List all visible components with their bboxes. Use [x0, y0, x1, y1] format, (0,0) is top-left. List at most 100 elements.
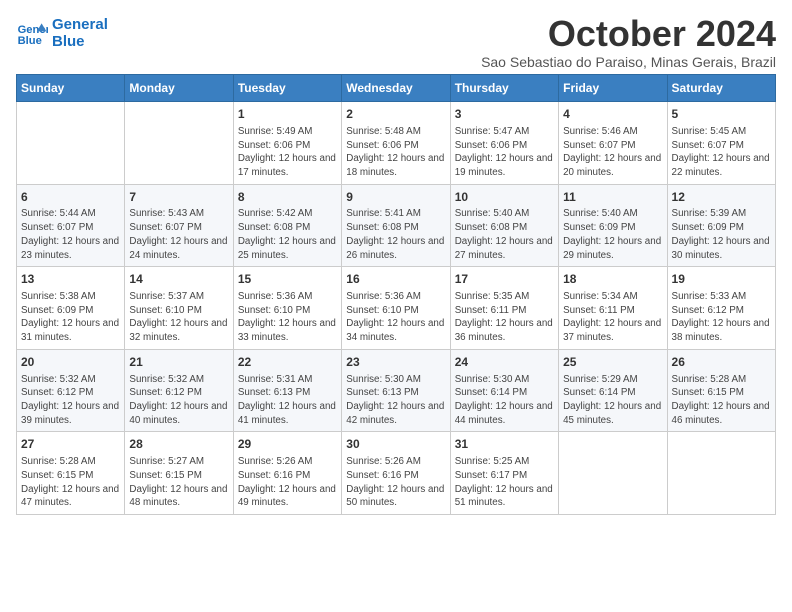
day-info: Sunrise: 5:43 AM Sunset: 6:07 PM Dayligh…	[129, 207, 228, 262]
calendar-cell: 31 Sunrise: 5:25 AM Sunset: 6:17 PM Dayli…	[450, 432, 558, 515]
calendar-cell	[667, 432, 775, 515]
day-info: Sunrise: 5:45 AM Sunset: 6:07 PM Dayligh…	[672, 125, 771, 180]
calendar-cell	[559, 432, 667, 515]
day-number: 24	[455, 354, 554, 371]
month-title: October 2024	[481, 16, 776, 52]
calendar-cell: 27 Sunrise: 5:28 AM Sunset: 6:15 PM Dayli…	[17, 432, 125, 515]
day-info: Sunrise: 5:36 AM Sunset: 6:10 PM Dayligh…	[346, 290, 445, 345]
day-number: 11	[563, 189, 662, 206]
calendar-cell: 2 Sunrise: 5:48 AM Sunset: 6:06 PM Daylig…	[342, 102, 450, 185]
day-number: 26	[672, 354, 771, 371]
day-number: 3	[455, 106, 554, 123]
calendar-cell: 7Sunrise: 5:43 AM Sunset: 6:07 PM Daylig…	[125, 184, 233, 267]
calendar-cell: 19 Sunrise: 5:33 AM Sunset: 6:12 PM Dayli…	[667, 267, 775, 350]
calendar-cell: 9Sunrise: 5:41 AM Sunset: 6:08 PM Daylig…	[342, 184, 450, 267]
calendar-week-3: 13 Sunrise: 5:38 AM Sunset: 6:09 PM Dayli…	[17, 267, 776, 350]
day-number: 27	[21, 436, 120, 453]
day-number: 1	[238, 106, 337, 123]
day-number: 2	[346, 106, 445, 123]
calendar-cell: 17 Sunrise: 5:35 AM Sunset: 6:11 PM Dayli…	[450, 267, 558, 350]
title-block: October 2024 Sao Sebastiao do Paraiso, M…	[481, 16, 776, 70]
location-subtitle: Sao Sebastiao do Paraiso, Minas Gerais, …	[481, 54, 776, 70]
day-info: Sunrise: 5:30 AM Sunset: 6:13 PM Dayligh…	[346, 373, 445, 428]
day-number: 5	[672, 106, 771, 123]
day-number: 9	[346, 189, 445, 206]
calendar-cell: 4Sunrise: 5:46 AM Sunset: 6:07 PM Daylig…	[559, 102, 667, 185]
day-number: 8	[238, 189, 337, 206]
calendar-cell: 16 Sunrise: 5:36 AM Sunset: 6:10 PM Dayli…	[342, 267, 450, 350]
calendar-cell: 18 Sunrise: 5:34 AM Sunset: 6:11 PM Dayli…	[559, 267, 667, 350]
calendar-week-1: 1 Sunrise: 5:49 AM Sunset: 6:06 PM Daylig…	[17, 102, 776, 185]
calendar-cell: 15 Sunrise: 5:36 AM Sunset: 6:10 PM Dayli…	[233, 267, 341, 350]
calendar-cell: 1 Sunrise: 5:49 AM Sunset: 6:06 PM Daylig…	[233, 102, 341, 185]
day-info: Sunrise: 5:35 AM Sunset: 6:11 PM Dayligh…	[455, 290, 554, 345]
day-info: Sunrise: 5:40 AM Sunset: 6:08 PM Dayligh…	[455, 207, 554, 262]
day-info: Sunrise: 5:30 AM Sunset: 6:14 PM Dayligh…	[455, 373, 554, 428]
day-info: Sunrise: 5:38 AM Sunset: 6:09 PM Dayligh…	[21, 290, 120, 345]
day-number: 12	[672, 189, 771, 206]
day-number: 17	[455, 271, 554, 288]
calendar-week-2: 6Sunrise: 5:44 AM Sunset: 6:07 PM Daylig…	[17, 184, 776, 267]
day-number: 16	[346, 271, 445, 288]
day-number: 15	[238, 271, 337, 288]
weekday-header-thursday: Thursday	[450, 75, 558, 102]
day-info: Sunrise: 5:31 AM Sunset: 6:13 PM Dayligh…	[238, 373, 337, 428]
calendar-cell: 11Sunrise: 5:40 AM Sunset: 6:09 PM Dayli…	[559, 184, 667, 267]
day-info: Sunrise: 5:33 AM Sunset: 6:12 PM Dayligh…	[672, 290, 771, 345]
logo-general: General	[52, 16, 108, 33]
calendar-cell: 26Sunrise: 5:28 AM Sunset: 6:15 PM Dayli…	[667, 349, 775, 432]
calendar-cell: 20 Sunrise: 5:32 AM Sunset: 6:12 PM Dayli…	[17, 349, 125, 432]
day-number: 19	[672, 271, 771, 288]
day-info: Sunrise: 5:47 AM Sunset: 6:06 PM Dayligh…	[455, 125, 554, 180]
calendar-cell: 3 Sunrise: 5:47 AM Sunset: 6:06 PM Daylig…	[450, 102, 558, 185]
day-number: 22	[238, 354, 337, 371]
page-header: General Blue General Blue October 2024 S…	[16, 16, 776, 70]
day-number: 28	[129, 436, 228, 453]
day-info: Sunrise: 5:46 AM Sunset: 6:07 PM Dayligh…	[563, 125, 662, 180]
day-number: 18	[563, 271, 662, 288]
logo: General Blue General Blue	[16, 16, 108, 50]
calendar-cell: 12Sunrise: 5:39 AM Sunset: 6:09 PM Dayli…	[667, 184, 775, 267]
day-number: 31	[455, 436, 554, 453]
logo-blue: Blue	[52, 33, 108, 50]
weekday-header-sunday: Sunday	[17, 75, 125, 102]
day-info: Sunrise: 5:36 AM Sunset: 6:10 PM Dayligh…	[238, 290, 337, 345]
calendar-cell	[125, 102, 233, 185]
calendar-cell: 13 Sunrise: 5:38 AM Sunset: 6:09 PM Dayli…	[17, 267, 125, 350]
calendar-cell: 22 Sunrise: 5:31 AM Sunset: 6:13 PM Dayli…	[233, 349, 341, 432]
day-number: 29	[238, 436, 337, 453]
calendar-cell: 28 Sunrise: 5:27 AM Sunset: 6:15 PM Dayli…	[125, 432, 233, 515]
day-number: 20	[21, 354, 120, 371]
day-number: 25	[563, 354, 662, 371]
day-number: 13	[21, 271, 120, 288]
calendar-cell: 25 Sunrise: 5:29 AM Sunset: 6:14 PM Dayli…	[559, 349, 667, 432]
calendar-cell: 21Sunrise: 5:32 AM Sunset: 6:12 PM Dayli…	[125, 349, 233, 432]
day-info: Sunrise: 5:28 AM Sunset: 6:15 PM Dayligh…	[21, 455, 120, 510]
day-number: 23	[346, 354, 445, 371]
logo-icon: General Blue	[16, 17, 48, 49]
weekday-header-friday: Friday	[559, 75, 667, 102]
calendar-table: SundayMondayTuesdayWednesdayThursdayFrid…	[16, 74, 776, 515]
day-number: 30	[346, 436, 445, 453]
day-number: 10	[455, 189, 554, 206]
calendar-cell	[17, 102, 125, 185]
day-info: Sunrise: 5:48 AM Sunset: 6:06 PM Dayligh…	[346, 125, 445, 180]
day-info: Sunrise: 5:42 AM Sunset: 6:08 PM Dayligh…	[238, 207, 337, 262]
day-info: Sunrise: 5:40 AM Sunset: 6:09 PM Dayligh…	[563, 207, 662, 262]
weekday-header-row: SundayMondayTuesdayWednesdayThursdayFrid…	[17, 75, 776, 102]
weekday-header-wednesday: Wednesday	[342, 75, 450, 102]
calendar-cell: 30 Sunrise: 5:26 AM Sunset: 6:16 PM Dayli…	[342, 432, 450, 515]
calendar-cell: 10Sunrise: 5:40 AM Sunset: 6:08 PM Dayli…	[450, 184, 558, 267]
day-info: Sunrise: 5:29 AM Sunset: 6:14 PM Dayligh…	[563, 373, 662, 428]
day-number: 21	[129, 354, 228, 371]
day-info: Sunrise: 5:41 AM Sunset: 6:08 PM Dayligh…	[346, 207, 445, 262]
day-info: Sunrise: 5:26 AM Sunset: 6:16 PM Dayligh…	[238, 455, 337, 510]
day-info: Sunrise: 5:26 AM Sunset: 6:16 PM Dayligh…	[346, 455, 445, 510]
day-info: Sunrise: 5:34 AM Sunset: 6:11 PM Dayligh…	[563, 290, 662, 345]
day-info: Sunrise: 5:25 AM Sunset: 6:17 PM Dayligh…	[455, 455, 554, 510]
day-info: Sunrise: 5:32 AM Sunset: 6:12 PM Dayligh…	[21, 373, 120, 428]
day-info: Sunrise: 5:27 AM Sunset: 6:15 PM Dayligh…	[129, 455, 228, 510]
day-number: 6	[21, 189, 120, 206]
calendar-cell: 5 Sunrise: 5:45 AM Sunset: 6:07 PM Daylig…	[667, 102, 775, 185]
day-info: Sunrise: 5:49 AM Sunset: 6:06 PM Dayligh…	[238, 125, 337, 180]
